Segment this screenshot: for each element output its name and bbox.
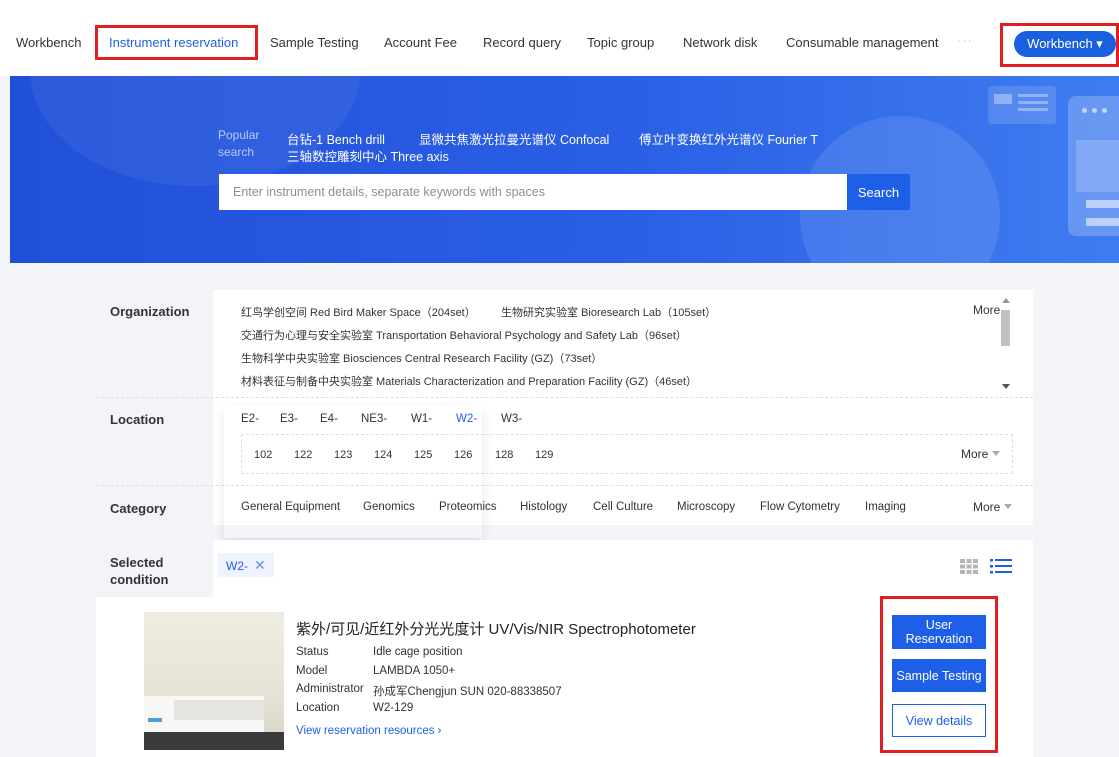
category-option[interactable]: Cell Culture [593, 501, 653, 513]
location-option[interactable]: W3- [501, 413, 522, 425]
category-option[interactable]: Imaging [865, 501, 906, 513]
organization-option[interactable]: 材料表征与制备中央实验室 Materials Characterization … [241, 373, 697, 389]
location-option[interactable]: NE3- [361, 413, 387, 425]
popular-search-item[interactable]: 傅立叶变换红外光谱仪 Fourier T [639, 129, 818, 148]
category-option[interactable]: Genomics [363, 501, 415, 513]
hero-illustration [1068, 96, 1119, 236]
model-label: Model [296, 665, 328, 677]
nav-record-query[interactable]: Record query [483, 35, 561, 50]
filter-label-organization: Organization [110, 304, 190, 319]
nav-consumable-management[interactable]: Consumable management [786, 35, 938, 50]
location-label: Location [296, 702, 340, 714]
category-option[interactable]: Histology [520, 501, 567, 513]
popular-search-label: Popular search [218, 128, 260, 159]
category-option[interactable]: General Equipment [241, 501, 340, 513]
room-option[interactable]: 122 [294, 449, 312, 461]
location-option-selected[interactable]: W2- [456, 413, 477, 425]
location-option[interactable]: E3- [280, 413, 298, 425]
hero-banner: Popular search 台钻-1 Bench drill 显微共焦激光拉曼… [10, 76, 1119, 263]
instrument-search-input[interactable] [219, 174, 847, 210]
chevron-down-icon [992, 451, 1001, 456]
room-option[interactable]: 124 [374, 449, 392, 461]
filter-label-location: Location [110, 412, 165, 427]
view-reservation-resources-link[interactable]: View reservation resources › [296, 725, 442, 737]
model-value: LAMBDA 1050+ [373, 665, 456, 677]
list-view-icon[interactable] [990, 557, 1012, 575]
administrator-label: Administrator [296, 683, 364, 695]
tag-label: W2- [226, 559, 248, 573]
category-more-button[interactable]: More [973, 500, 1013, 514]
user-reservation-button[interactable]: User Reservation [892, 615, 986, 649]
organization-scrollbar[interactable] [999, 298, 1012, 390]
status-value: Idle cage position [373, 646, 463, 658]
scroll-down-icon[interactable] [1002, 384, 1010, 389]
organization-option[interactable]: 生物研究实验室 Bioresearch Lab（105set） [501, 304, 716, 320]
nav-network-disk[interactable]: Network disk [683, 35, 757, 50]
category-option[interactable]: Flow Cytometry [760, 501, 840, 513]
popular-search-item[interactable]: 三轴数控雕刻中心 Three axis [287, 146, 449, 165]
category-option[interactable]: Microscopy [677, 501, 735, 513]
nav-instrument-reservation[interactable]: Instrument reservation [109, 35, 238, 50]
organization-more-button[interactable]: More [973, 303, 1000, 317]
room-option[interactable]: 126 [454, 449, 472, 461]
organization-option[interactable]: 生物科学中央实验室 Biosciences Central Research F… [241, 350, 602, 366]
search-button[interactable]: Search [847, 174, 910, 210]
view-details-button[interactable]: View details [892, 704, 986, 737]
status-label: Status [296, 646, 329, 658]
filter-panel: Organization 红鸟学创空间 Red Bird Maker Space… [96, 290, 1033, 525]
location-option[interactable]: E2- [241, 413, 259, 425]
workbench-dropdown-button[interactable]: Workbench ▾ [1014, 31, 1116, 57]
scroll-up-icon[interactable] [1002, 298, 1010, 303]
room-option[interactable]: 128 [495, 449, 513, 461]
room-option[interactable]: 123 [334, 449, 352, 461]
hero-illustration [988, 86, 1056, 124]
nav-account-fee[interactable]: Account Fee [384, 35, 457, 50]
room-option[interactable]: 102 [254, 449, 272, 461]
selected-condition-label: Selected condition [110, 555, 169, 587]
rooms-more-button[interactable]: More [961, 447, 1001, 461]
chevron-down-icon [1004, 504, 1013, 509]
room-option[interactable]: 125 [414, 449, 432, 461]
room-option[interactable]: 129 [535, 449, 553, 461]
instrument-image[interactable] [144, 612, 284, 750]
organization-option[interactable]: 红鸟学创空间 Red Bird Maker Space（204set） [241, 304, 476, 320]
nav-workbench[interactable]: Workbench [16, 35, 82, 50]
close-icon[interactable]: ✕ [254, 557, 266, 573]
location-option[interactable]: E4- [320, 413, 338, 425]
nav-more-icon[interactable]: ··· [957, 33, 973, 48]
nav-sample-testing[interactable]: Sample Testing [270, 35, 359, 50]
organization-option[interactable]: 交通行为心理与安全实验室 Transportation Behavioral P… [241, 327, 687, 343]
filter-label-category: Category [110, 501, 167, 516]
sample-testing-button[interactable]: Sample Testing [892, 659, 986, 692]
results-panel: Selected condition W2- ✕ 紫外/可见/近红外分光光度计 U… [96, 540, 1033, 757]
instrument-title[interactable]: 紫外/可见/近红外分光光度计 UV/Vis/NIR Spectrophotome… [296, 618, 696, 639]
scrollbar-thumb[interactable] [1001, 310, 1010, 346]
grid-view-icon[interactable] [960, 557, 978, 575]
selected-condition-tag: W2- ✕ [218, 553, 274, 577]
administrator-value: 孙成军Chengjun SUN 020-88338507 [373, 686, 562, 698]
room-submenu: 102 122 123 124 125 126 128 129 More [241, 434, 1013, 474]
nav-topic-group[interactable]: Topic group [587, 35, 654, 50]
top-navigation: Workbench Instrument reservation Sample … [0, 0, 1119, 76]
category-option[interactable]: Proteomics [439, 501, 497, 513]
location-option[interactable]: W1- [411, 413, 432, 425]
location-value: W2-129 [373, 702, 414, 714]
